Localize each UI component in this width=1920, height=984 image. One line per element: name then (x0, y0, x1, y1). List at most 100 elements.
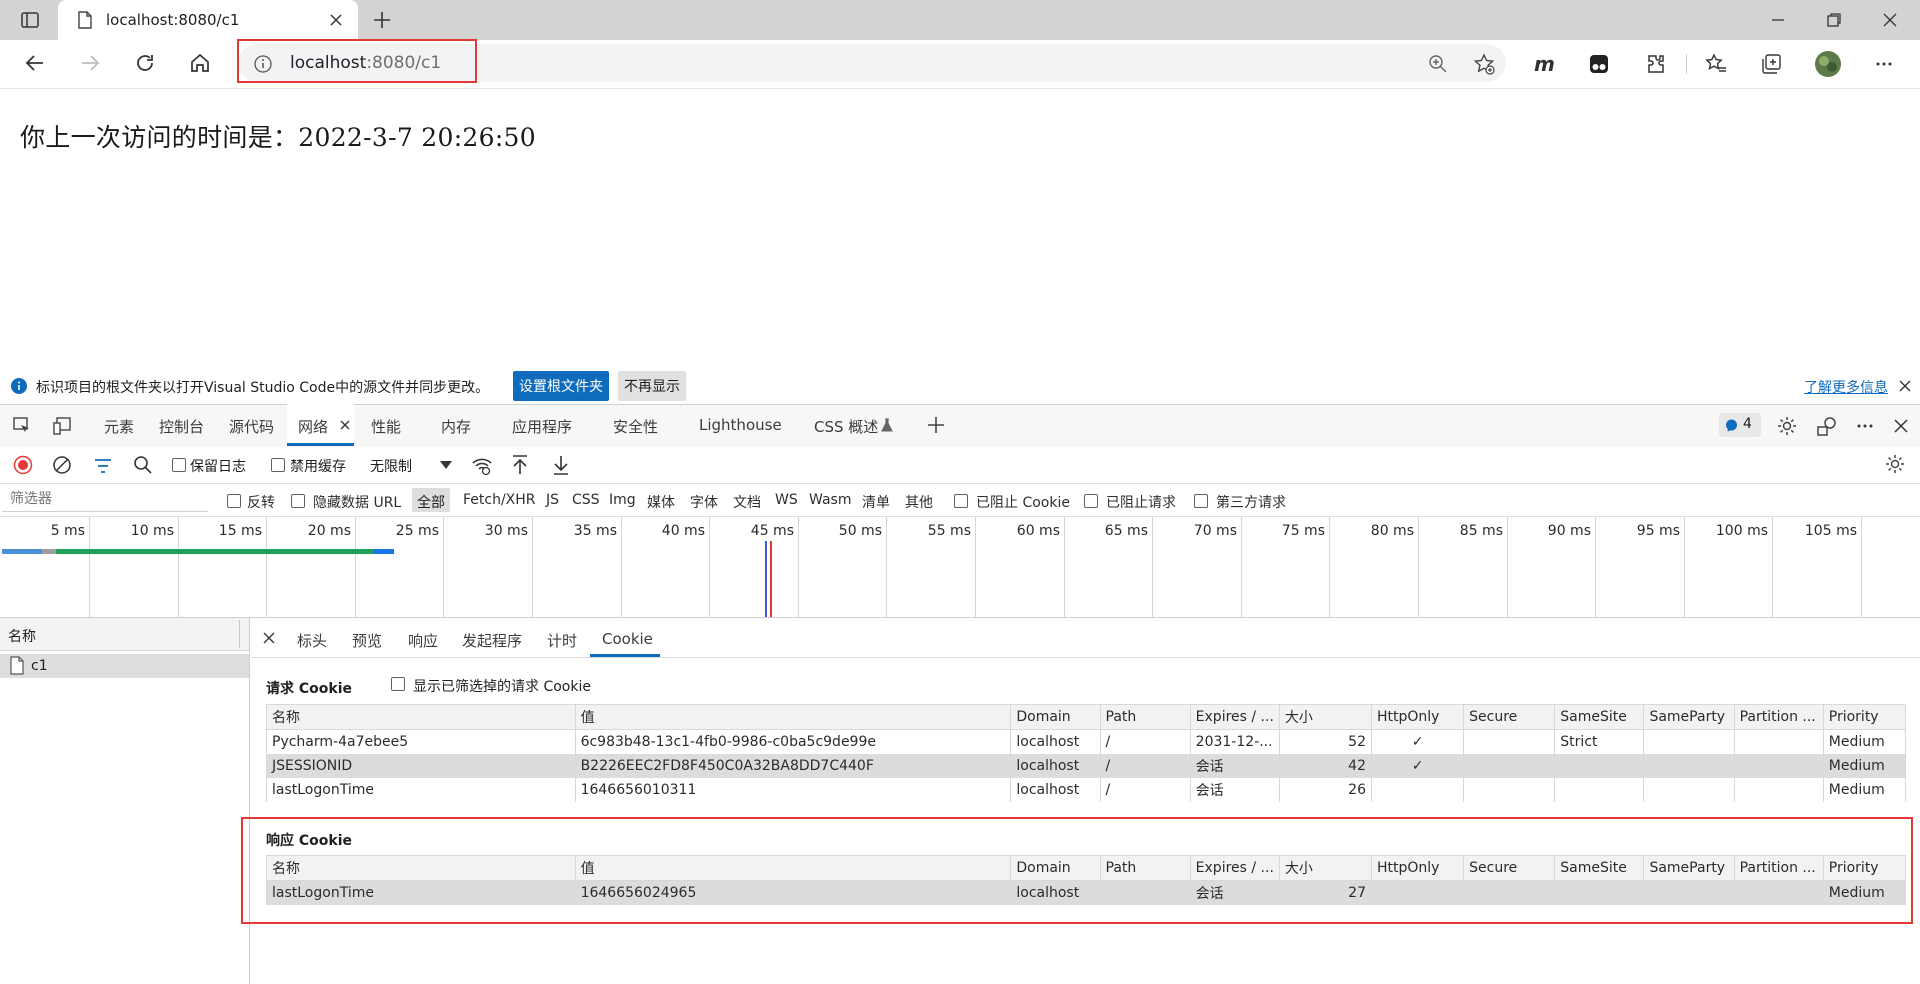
cookie-row[interactable]: Pycharm-4a7ebee5 6c983b48-13c1-4fb0-9986-… (266, 729, 1907, 754)
minimize-icon[interactable] (1770, 12, 1786, 28)
close-infobar-icon[interactable] (1898, 379, 1912, 393)
request-list-header[interactable]: 名称 (0, 618, 249, 651)
favorites-icon[interactable] (1705, 53, 1727, 75)
blocked-requests-checkbox[interactable] (1084, 494, 1098, 508)
profile-avatar[interactable] (1814, 50, 1842, 78)
settings-more-icon[interactable] (1874, 54, 1894, 74)
filter-type-img[interactable]: Img (609, 492, 636, 508)
tab-response[interactable]: 响应 (408, 630, 438, 651)
filter-icon[interactable] (93, 456, 113, 476)
column-header-expires[interactable]: Expires / ... (1189, 704, 1280, 730)
filter-type-xhr[interactable]: Fetch/XHR (463, 492, 536, 508)
cookie-row[interactable]: JSESSIONID B2226EEC2FD8F450C0A32BA8DD7C44… (266, 754, 1907, 778)
tab-timing[interactable]: 计时 (547, 630, 577, 651)
refresh-icon[interactable] (134, 52, 156, 74)
import-har-icon[interactable] (510, 454, 530, 476)
preserve-log-checkbox[interactable] (172, 458, 186, 472)
tab-lighthouse[interactable]: Lighthouse (699, 416, 782, 434)
back-icon[interactable] (24, 52, 46, 74)
stop-recording-icon[interactable] (13, 455, 33, 475)
close-tab-icon[interactable] (328, 12, 344, 28)
tab-headers[interactable]: 标头 (297, 630, 327, 651)
devtools-more-icon[interactable] (1855, 416, 1875, 436)
set-root-folder-button[interactable]: 设置根文件夹 (513, 371, 609, 401)
filter-type-wasm[interactable]: Wasm (809, 492, 851, 508)
hide-data-url-checkbox[interactable] (291, 494, 305, 508)
throttling-select[interactable]: 无限制 (370, 456, 412, 476)
cookie-row[interactable]: lastLogonTime 1646656010311 localhost / 会话 26… (266, 778, 1907, 802)
show-filtered-cookies-checkbox[interactable] (391, 677, 405, 691)
filter-type-manifest[interactable]: 清单 (862, 492, 890, 512)
new-tab-icon[interactable] (372, 10, 392, 30)
tab-actions-icon[interactable] (20, 10, 40, 30)
extension-tampermonkey-icon[interactable] (1589, 54, 1609, 74)
export-har-icon[interactable] (551, 454, 571, 476)
filter-type-all[interactable]: 全部 (412, 488, 450, 512)
filter-type-media[interactable]: 媒体 (647, 492, 675, 512)
tab-initiator[interactable]: 发起程序 (462, 630, 522, 651)
zoom-icon[interactable] (1428, 54, 1448, 74)
extension-m-icon[interactable]: m (1534, 52, 1555, 76)
column-header-name[interactable]: 名称 (266, 704, 576, 730)
customize-devtools-icon[interactable] (1816, 415, 1838, 437)
tab-application[interactable]: 应用程序 (512, 416, 572, 437)
column-header-samesite[interactable]: SameSite (1554, 704, 1645, 730)
column-header-size[interactable]: 大小 (1278, 704, 1372, 730)
network-settings-gear-icon[interactable] (1884, 453, 1906, 475)
column-header-sameparty[interactable]: SameParty (1643, 704, 1735, 730)
dont-show-again-button[interactable]: 不再显示 (618, 371, 686, 401)
issues-counter[interactable]: 4 (1719, 413, 1761, 437)
tab-performance[interactable]: 性能 (371, 416, 401, 437)
more-tabs-plus-icon[interactable] (926, 415, 946, 435)
network-conditions-icon[interactable] (471, 455, 493, 477)
tab-css-overview[interactable]: CSS 概述 (814, 416, 878, 437)
clear-icon[interactable] (52, 455, 72, 475)
filter-type-ws[interactable]: WS (775, 492, 798, 508)
inspect-element-icon[interactable] (12, 416, 32, 436)
column-header-value[interactable]: 值 (574, 704, 1012, 730)
filter-type-css[interactable]: CSS (572, 492, 600, 508)
filter-type-other[interactable]: 其他 (905, 492, 933, 512)
disable-cache-checkbox[interactable] (271, 458, 285, 472)
column-header-secure[interactable]: Secure (1463, 704, 1556, 730)
filter-type-doc[interactable]: 文档 (733, 492, 761, 512)
collections-icon[interactable] (1760, 53, 1782, 75)
tab-preview[interactable]: 预览 (352, 630, 382, 651)
filter-type-font[interactable]: 字体 (690, 492, 718, 512)
close-detail-icon[interactable] (263, 632, 275, 644)
third-party-checkbox[interactable] (1194, 494, 1208, 508)
devtools-settings-gear-icon[interactable] (1776, 415, 1798, 437)
forward-icon[interactable] (79, 52, 101, 74)
column-resize-handle[interactable] (239, 620, 240, 648)
tab-memory[interactable]: 内存 (441, 416, 471, 437)
filter-type-js[interactable]: JS (546, 492, 559, 508)
column-header-httponly[interactable]: HttpOnly (1370, 704, 1465, 730)
tab-elements[interactable]: 元素 (104, 416, 134, 437)
filter-input[interactable] (2, 486, 208, 512)
column-header-partition[interactable]: Partition ... (1733, 704, 1824, 730)
tab-security[interactable]: 安全性 (613, 416, 658, 437)
column-header-path[interactable]: Path (1099, 704, 1191, 730)
extensions-icon[interactable] (1645, 53, 1667, 75)
close-network-tab-icon[interactable] (339, 419, 351, 431)
blocked-cookies-checkbox[interactable] (954, 494, 968, 508)
column-header-priority[interactable]: Priority (1822, 704, 1907, 730)
close-devtools-icon[interactable] (1893, 418, 1909, 434)
tab-cookie[interactable]: Cookie (602, 630, 653, 648)
home-icon[interactable] (189, 52, 211, 74)
close-window-icon[interactable] (1882, 12, 1898, 28)
request-row[interactable]: c1 (0, 654, 249, 678)
column-header-domain[interactable]: Domain (1010, 704, 1101, 730)
tab-console[interactable]: 控制台 (159, 416, 204, 437)
device-emulation-icon[interactable] (52, 416, 72, 436)
chevron-down-icon[interactable] (440, 461, 452, 469)
add-favorite-icon[interactable] (1473, 53, 1495, 75)
invert-checkbox[interactable] (227, 494, 241, 508)
tab-network[interactable]: 网络 (298, 416, 328, 437)
restore-icon[interactable] (1826, 12, 1842, 28)
timeline-overview[interactable]: 5 ms 10 ms 15 ms 20 ms 25 ms 30 ms 35 ms 40 ms 4… (0, 517, 1920, 618)
browser-tab[interactable]: localhost:8080/c1 (58, 0, 358, 40)
search-icon[interactable] (133, 455, 153, 475)
tab-sources[interactable]: 源代码 (229, 416, 274, 437)
learn-more-link[interactable]: 了解更多信息 (1804, 377, 1888, 397)
